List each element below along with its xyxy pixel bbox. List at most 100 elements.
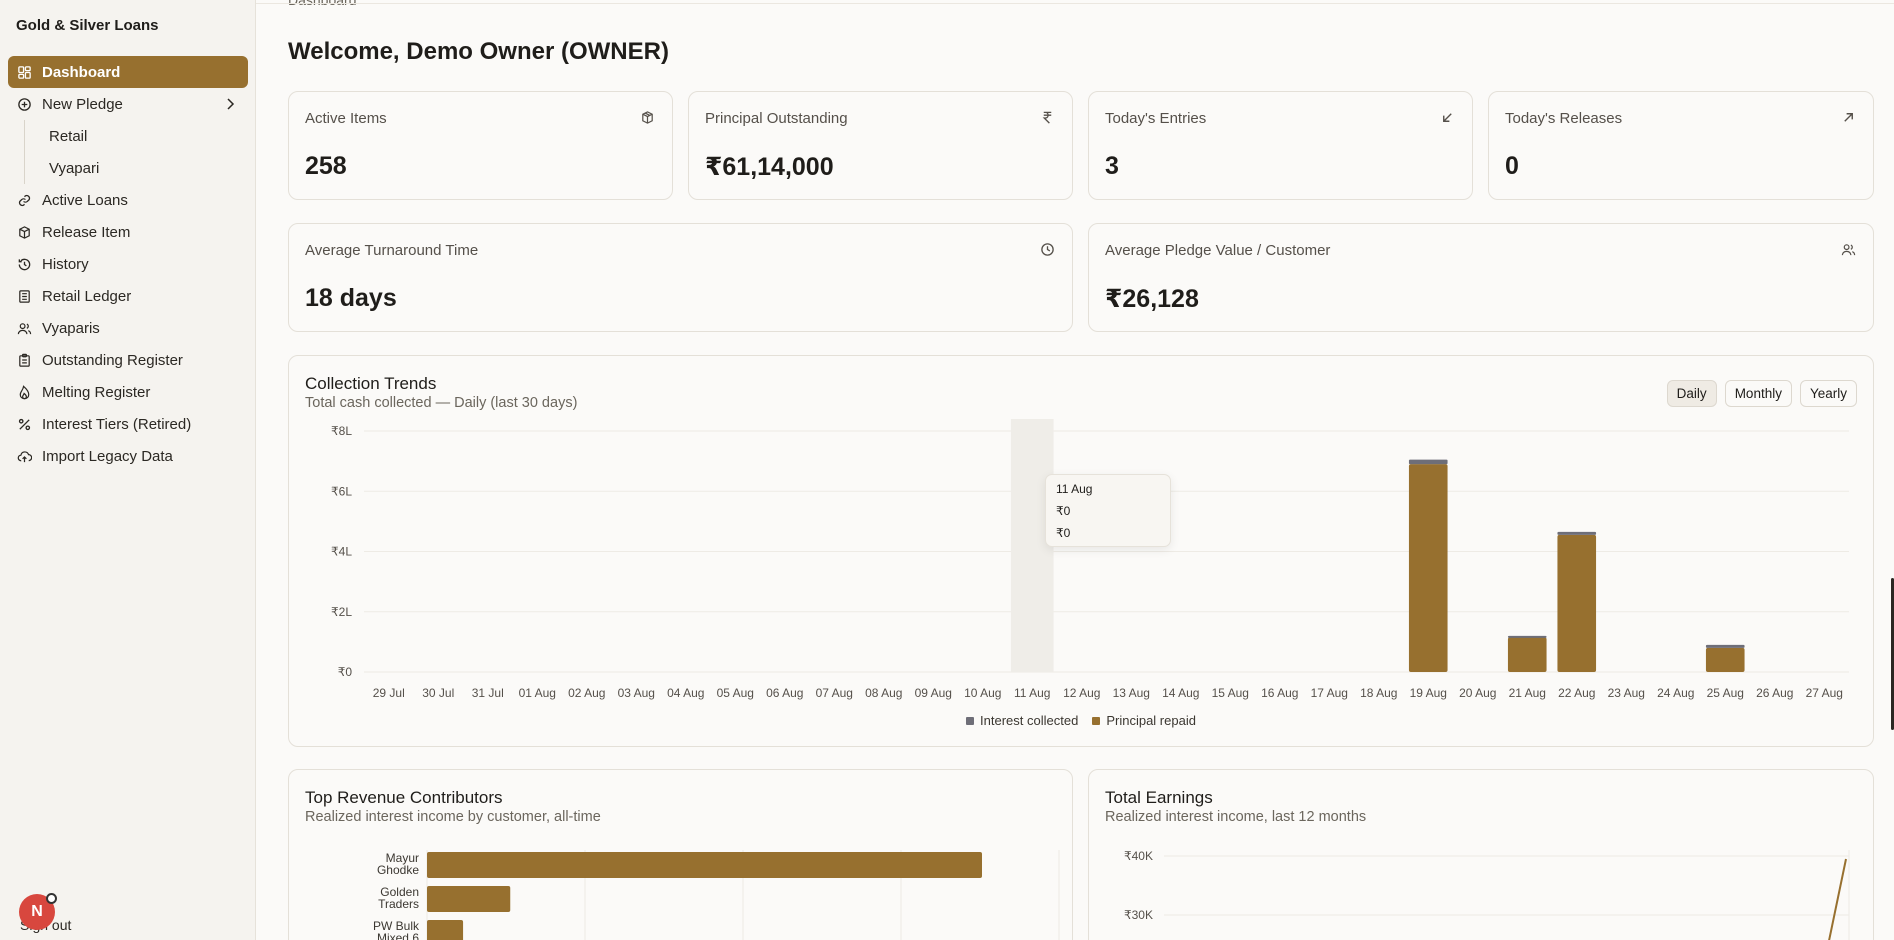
- collection-trends-card: Collection Trends Total cash collected —…: [288, 355, 1874, 747]
- bar-principal: [1557, 534, 1597, 672]
- x-tick-label: 09 Aug: [915, 686, 952, 700]
- sidebar-item-vyapari[interactable]: Vyapari: [25, 152, 248, 184]
- sidebar-item-label: Release Item: [42, 223, 131, 241]
- breadcrumb[interactable]: Dashboard: [288, 0, 357, 8]
- x-tick-label: 25 Aug: [1707, 686, 1744, 700]
- top-revenue-chart: MayurGhodkeGoldenTradersPW BulkMixed 6: [373, 850, 1060, 940]
- sidebar-item-release-item[interactable]: Release Item: [8, 216, 248, 248]
- stat-card-todays-entries: Today's Entries 3: [1088, 91, 1473, 200]
- y-tick-label: ₹6L: [331, 484, 352, 498]
- x-tick-label: 24 Aug: [1657, 686, 1694, 700]
- bar-interest: [1408, 459, 1448, 465]
- legend-item-interest[interactable]: Interest collected: [966, 713, 1078, 728]
- bar-principal: [1408, 464, 1448, 672]
- box-icon: [640, 110, 656, 126]
- sidebar-item-import-legacy-data[interactable]: Import Legacy Data: [8, 440, 248, 472]
- sidebar-item-label: Retail: [49, 127, 88, 145]
- stat-card-todays-releases: Today's Releases 0: [1488, 91, 1874, 200]
- sidebar-item-retail[interactable]: Retail: [25, 120, 248, 152]
- x-tick-label: 14 Aug: [1162, 686, 1199, 700]
- earnings-line: [1828, 858, 1847, 940]
- tooltip-value: ₹0: [1056, 504, 1071, 518]
- stat-label: Today's Entries: [1105, 110, 1207, 127]
- x-tick-label: 03 Aug: [618, 686, 655, 700]
- sidebar-item-label: Vyapari: [49, 159, 100, 177]
- x-tick-label: 20 Aug: [1459, 686, 1496, 700]
- chart-tooltip: 11 Aug ₹0 ₹0: [1045, 474, 1171, 547]
- y-tick-label: ₹40K: [1124, 849, 1153, 863]
- sidebar-item-label: Interest Tiers (Retired): [42, 415, 192, 433]
- sidebar-item-dashboard[interactable]: Dashboard: [8, 56, 248, 88]
- stat-value: 0: [1505, 152, 1519, 180]
- x-tick-label: 23 Aug: [1608, 686, 1645, 700]
- new-pledge-submenu: Retail Vyapari: [24, 120, 248, 184]
- x-tick-label: 13 Aug: [1113, 686, 1150, 700]
- x-tick-label: 19 Aug: [1410, 686, 1447, 700]
- dashboard-grid-icon: [16, 64, 32, 80]
- arrow-up-right-icon: [1841, 110, 1857, 126]
- history-icon: [16, 256, 32, 272]
- flame-icon: [16, 384, 32, 400]
- stat-card-principal-outstanding: Principal Outstanding ₹61,14,000: [688, 91, 1073, 200]
- bar: [427, 852, 982, 878]
- x-tick-label: 11 Aug: [1014, 686, 1050, 700]
- legend-label: Interest collected: [980, 713, 1079, 728]
- link-icon: [16, 192, 32, 208]
- tooltip-date: 11 Aug: [1056, 482, 1093, 496]
- sidebar: Gold & Silver Loans Dashboard New Pledge…: [0, 0, 256, 940]
- sidebar-item-label: History: [42, 255, 89, 273]
- sidebar-item-new-pledge[interactable]: New Pledge: [8, 88, 248, 120]
- sidebar-item-interest-tiers[interactable]: Interest Tiers (Retired): [8, 408, 248, 440]
- stat-label: Today's Releases: [1505, 110, 1623, 127]
- sidebar-item-history[interactable]: History: [8, 248, 248, 280]
- collection-trends-chart: ₹0 ₹2L ₹4L ₹6L ₹8L 29 Jul 30 Jul 31 Jul 01 Aug 02…: [331, 419, 1849, 700]
- percent-icon: [16, 416, 32, 432]
- sidebar-item-label: Retail Ledger: [42, 287, 132, 305]
- x-tick-label: 30 Jul: [422, 686, 454, 700]
- sidebar-item-label: Active Loans: [42, 191, 128, 209]
- y-tick-label: ₹2L: [331, 605, 352, 619]
- legend-label: Principal repaid: [1106, 713, 1196, 728]
- bar-principal: [1507, 637, 1547, 672]
- bar-principal: [1705, 647, 1745, 672]
- sidebar-item-label: New Pledge: [42, 95, 123, 113]
- cloud-upload-icon: [16, 448, 32, 464]
- sidebar-item-retail-ledger[interactable]: Retail Ledger: [8, 280, 248, 312]
- users-icon: [16, 320, 32, 336]
- status-dot: [46, 893, 57, 904]
- sidebar-item-label: Outstanding Register: [42, 351, 183, 369]
- sidebar-item-vyaparis[interactable]: Vyaparis: [8, 312, 248, 344]
- x-tick-label: 04 Aug: [667, 686, 704, 700]
- bar: [427, 886, 511, 912]
- stat-label: Average Turnaround Time: [305, 242, 479, 259]
- sidebar-item-outstanding-register[interactable]: Outstanding Register: [8, 344, 248, 376]
- sidebar-item-label: Dashboard: [42, 63, 121, 81]
- bar: [427, 920, 464, 940]
- arrow-down-left-icon: [1440, 110, 1456, 126]
- plus-circle-icon: [16, 96, 32, 112]
- stat-card-average-pledge-value: Average Pledge Value / Customer ₹26,128: [1088, 223, 1874, 332]
- x-tick-label: 08 Aug: [865, 686, 902, 700]
- sidebar-item-melting-register[interactable]: Melting Register: [8, 376, 248, 408]
- sidebar-nav: Dashboard New Pledge Retail Vyapari Acti…: [8, 56, 248, 472]
- sidebar-item-active-loans[interactable]: Active Loans: [8, 184, 248, 216]
- total-earnings-card: Total Earnings Realized interest income,…: [1088, 769, 1874, 940]
- x-tick-label: 21 Aug: [1509, 686, 1546, 700]
- brand-title: Gold & Silver Loans: [16, 17, 159, 34]
- x-tick-label: 29 Jul: [373, 686, 405, 700]
- y-tick-label: ₹0: [338, 665, 353, 679]
- x-tick-label: 05 Aug: [717, 686, 754, 700]
- package-icon: [16, 224, 32, 240]
- x-tick-label: 01 Aug: [519, 686, 556, 700]
- total-earnings-chart: ₹40K ₹30K: [1124, 849, 1850, 940]
- y-tick-label: ₹4L: [331, 545, 352, 559]
- x-tick-label: 06 Aug: [766, 686, 803, 700]
- page-title: Welcome, Demo Owner (OWNER): [288, 38, 669, 65]
- legend-swatch: [1092, 716, 1101, 725]
- x-tick-label: 18 Aug: [1360, 686, 1397, 700]
- stat-value: 3: [1105, 152, 1119, 180]
- legend-item-principal[interactable]: Principal repaid: [1092, 713, 1196, 728]
- stat-value: ₹26,128: [1105, 285, 1199, 313]
- x-tick-label: 31 Jul: [472, 686, 504, 700]
- y-tick-label: ₹30K: [1124, 908, 1153, 922]
